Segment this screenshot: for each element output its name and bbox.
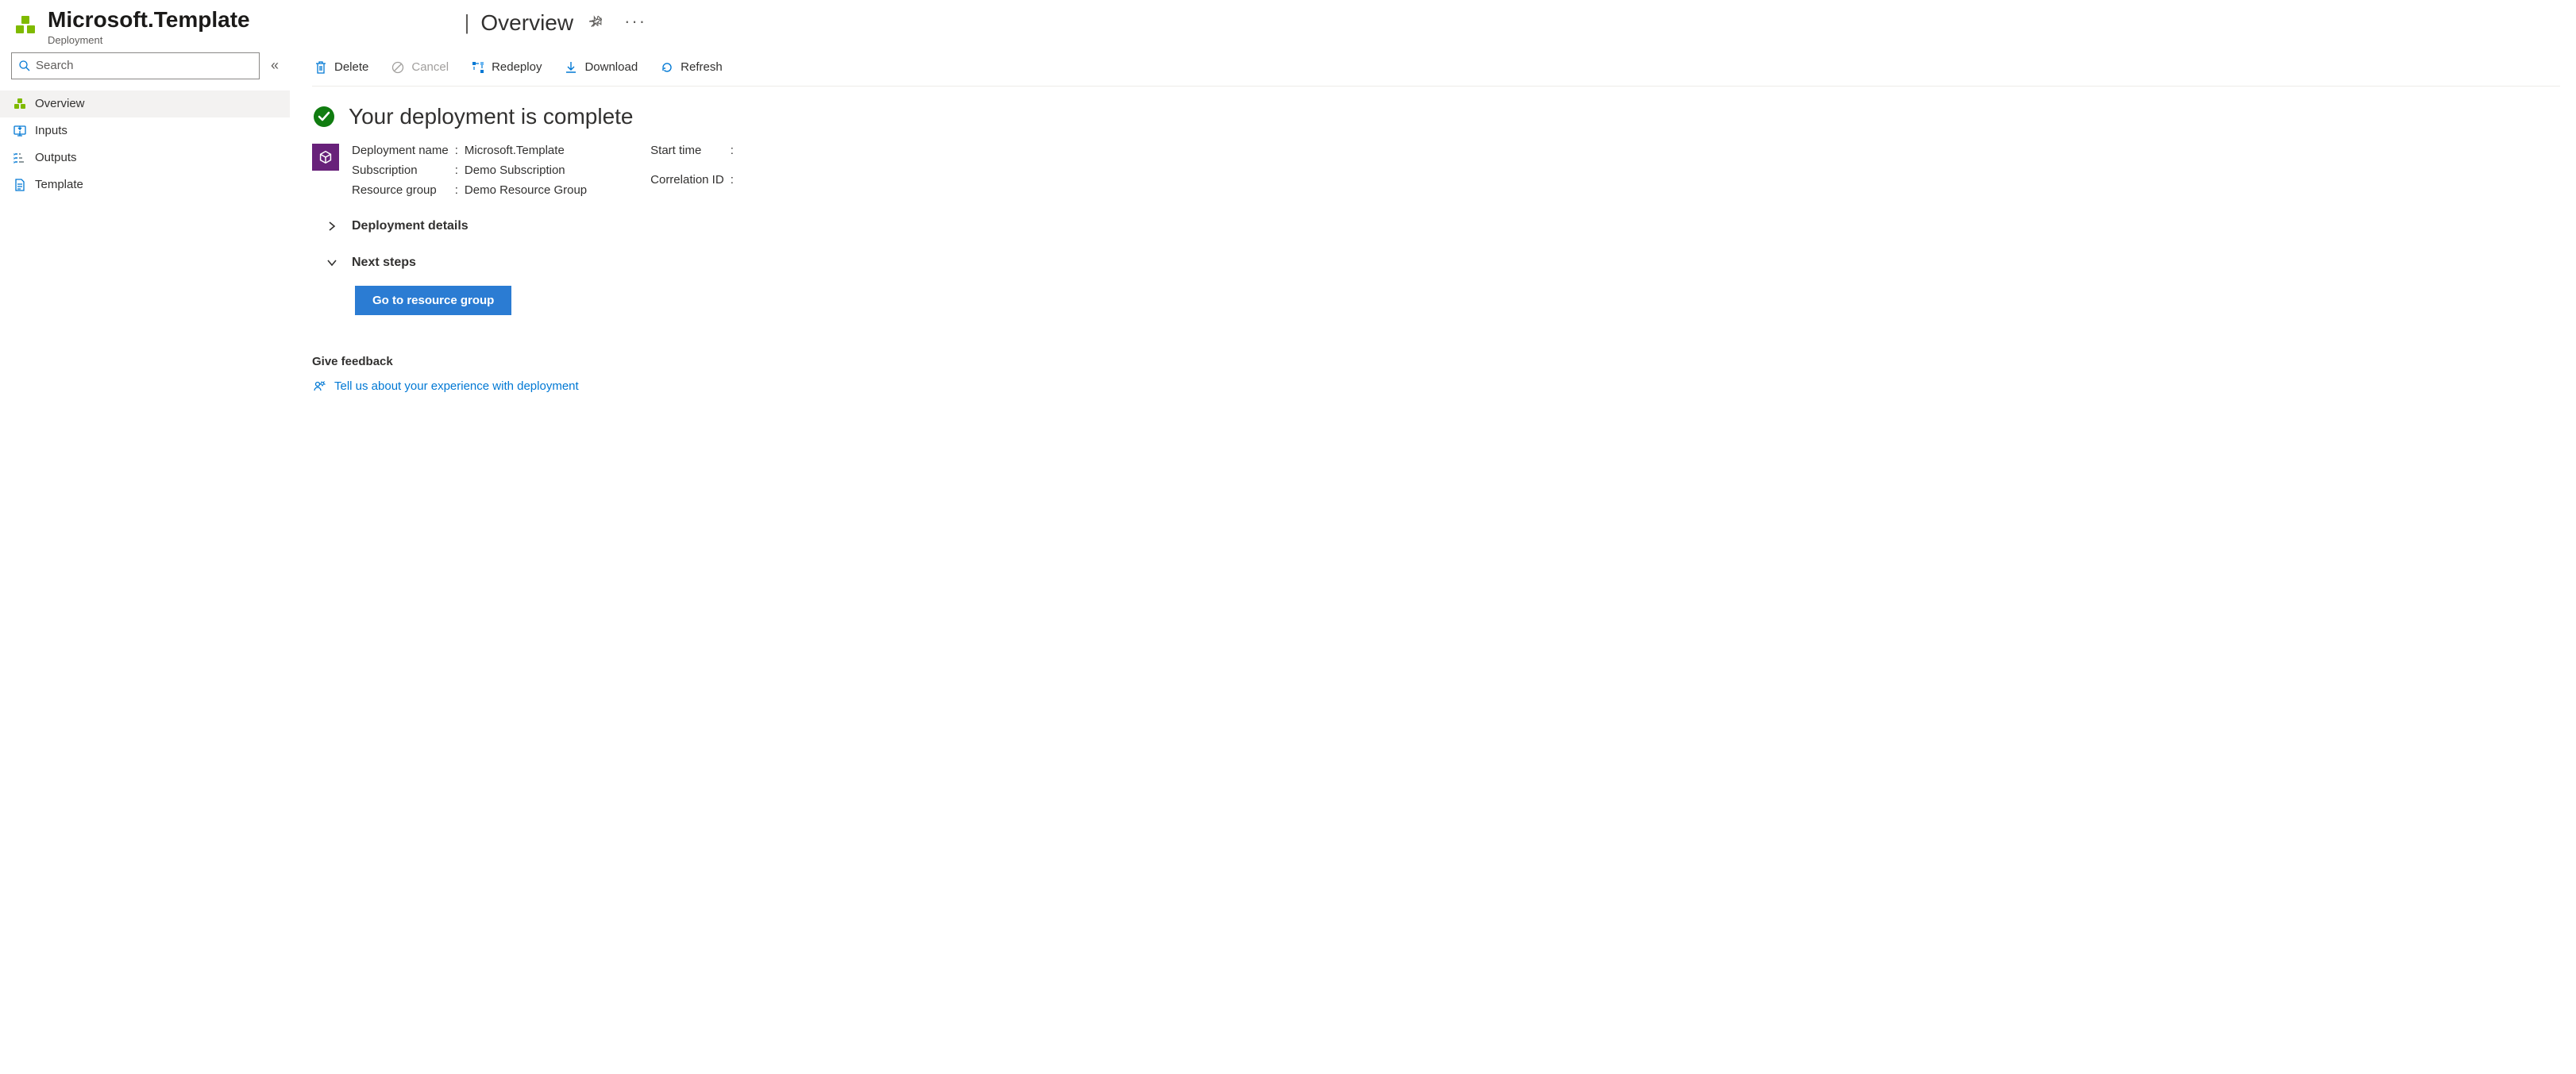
ellipsis-icon: ···: [624, 11, 646, 31]
sidebar-item-label: Inputs: [35, 124, 67, 137]
refresh-button[interactable]: Refresh: [658, 57, 724, 78]
redeploy-button[interactable]: Redeploy: [469, 57, 543, 78]
correlation-id-label: Correlation ID: [650, 173, 724, 197]
pin-button[interactable]: [584, 10, 608, 36]
sidebar-item-outputs[interactable]: Outputs: [0, 144, 290, 171]
sidebar-item-label: Outputs: [35, 151, 77, 164]
resource-group-icon: [312, 144, 339, 171]
start-time-label: Start time: [650, 144, 724, 167]
template-icon: [13, 178, 27, 192]
deployment-small-icon: [13, 97, 27, 111]
download-button[interactable]: Download: [562, 57, 639, 78]
sidebar-item-overview[interactable]: Overview: [0, 90, 290, 117]
page-title: Microsoft.Template: [48, 8, 250, 33]
sidebar-item-inputs[interactable]: Inputs: [0, 117, 290, 144]
outputs-icon: [13, 151, 27, 165]
breadcrumb-separator: |: [465, 10, 470, 35]
sidebar-item-template[interactable]: Template: [0, 171, 290, 198]
command-bar: Delete Cancel Redeploy: [312, 52, 2560, 87]
chevron-right-icon: [326, 221, 337, 232]
deployment-name-value: Microsoft.Template: [465, 144, 587, 157]
chevron-double-left-icon: «: [271, 57, 279, 73]
subscription-label: Subscription: [352, 164, 449, 177]
chevron-down-icon: [326, 257, 337, 268]
collapse-sidebar-button[interactable]: «: [268, 54, 282, 77]
cancel-icon: [391, 60, 405, 75]
sidebar-item-label: Template: [35, 178, 83, 191]
search-icon: [18, 60, 31, 72]
subscription-value: Demo Subscription: [465, 164, 587, 177]
resource-group-value: Demo Resource Group: [465, 183, 587, 197]
search-input[interactable]: [36, 59, 253, 72]
inputs-icon: [13, 124, 27, 138]
resource-group-label: Resource group: [352, 183, 449, 197]
deployment-icon: [11, 11, 40, 40]
cancel-button: Cancel: [389, 57, 450, 78]
breadcrumb-current: Overview: [480, 10, 573, 36]
next-steps-expander[interactable]: Next steps: [326, 256, 2560, 270]
download-icon: [564, 60, 578, 75]
status-title: Your deployment is complete: [349, 104, 634, 129]
refresh-icon: [660, 60, 674, 75]
search-box[interactable]: [11, 52, 260, 79]
sidebar-item-label: Overview: [35, 97, 85, 110]
trash-icon: [314, 60, 328, 75]
success-icon: [312, 105, 336, 129]
feedback-link[interactable]: Tell us about your experience with deplo…: [312, 379, 579, 394]
feedback-heading: Give feedback: [312, 355, 2560, 368]
delete-button[interactable]: Delete: [312, 57, 370, 78]
more-button[interactable]: ···: [619, 12, 651, 34]
redeploy-icon: [471, 60, 485, 75]
go-to-resource-group-button[interactable]: Go to resource group: [355, 286, 511, 315]
page-subtitle: Deployment: [48, 34, 250, 46]
deployment-name-label: Deployment name: [352, 144, 449, 157]
feedback-icon: [312, 379, 326, 394]
pin-icon: [589, 14, 604, 29]
deployment-details-expander[interactable]: Deployment details: [326, 219, 2560, 233]
